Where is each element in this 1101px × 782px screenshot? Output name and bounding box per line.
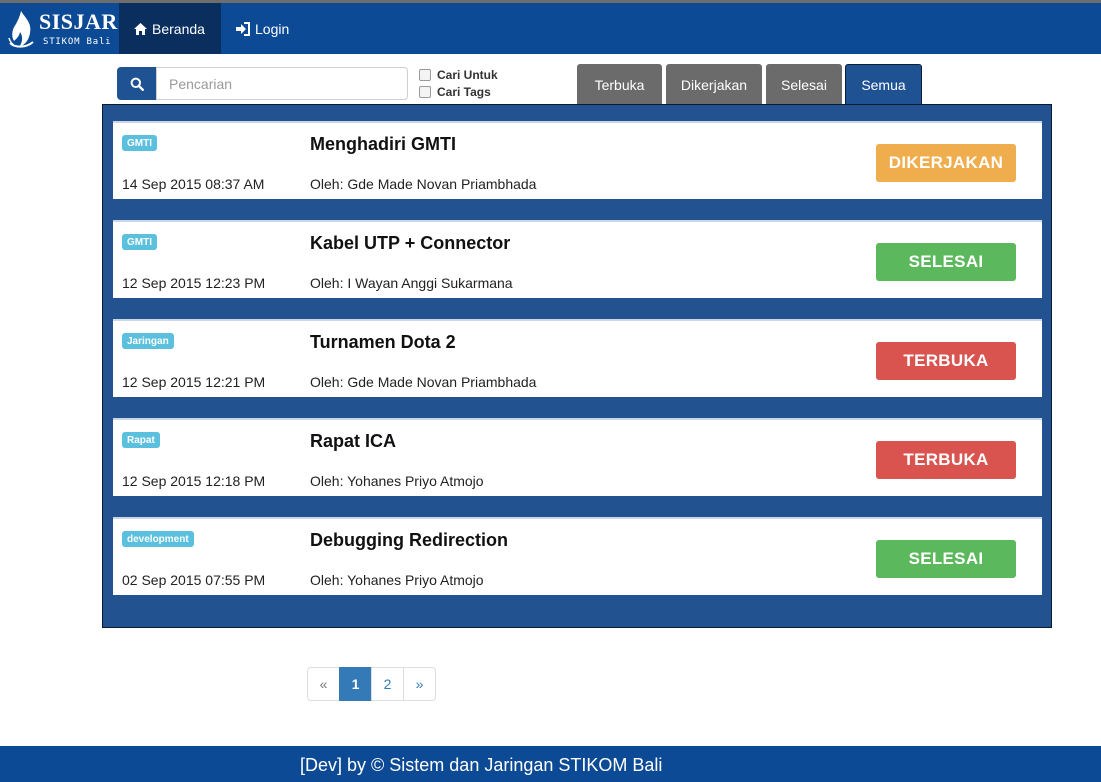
status-badge-terbuka[interactable]: TERBUKA [876, 342, 1016, 380]
pagination-next[interactable]: » [403, 667, 436, 701]
task-author: Oleh: Yohanes Priyo Atmojo [310, 473, 484, 489]
pagination-prev[interactable]: « [307, 667, 340, 701]
cari-tags-checkbox[interactable] [419, 86, 431, 98]
task-title[interactable]: Debugging Redirection [310, 530, 508, 551]
pagination-page-1[interactable]: 1 [339, 667, 372, 701]
home-icon [134, 22, 147, 35]
tab-semua[interactable]: Semua [845, 64, 922, 105]
task-card[interactable]: development 02 Sep 2015 07:55 PM Debuggi… [113, 517, 1042, 595]
search-input[interactable] [156, 67, 408, 100]
task-author: Oleh: Gde Made Novan Priambhada [310, 176, 537, 192]
task-card[interactable]: Rapat 12 Sep 2015 12:18 PM Rapat ICA Ole… [113, 418, 1042, 496]
navbar: SISJAR STIKOM Bali Beranda Login [0, 3, 1101, 54]
footer: [Dev] by © Sistem dan Jaringan STIKOM Ba… [0, 746, 1101, 782]
task-tag[interactable]: GMTI [122, 234, 157, 250]
task-date: 12 Sep 2015 12:23 PM [122, 275, 266, 291]
task-tag[interactable]: Jaringan [122, 333, 174, 349]
nav-beranda[interactable]: Beranda [119, 3, 221, 54]
task-date: 12 Sep 2015 12:21 PM [122, 374, 266, 390]
task-card[interactable]: GMTI 12 Sep 2015 12:23 PM Kabel UTP + Co… [113, 220, 1042, 298]
task-title[interactable]: Menghadiri GMTI [310, 134, 456, 155]
task-author: Oleh: Yohanes Priyo Atmojo [310, 572, 484, 588]
nav-beranda-label: Beranda [152, 20, 205, 37]
task-title[interactable]: Turnamen Dota 2 [310, 332, 456, 353]
task-date: 14 Sep 2015 08:37 AM [122, 176, 265, 192]
task-author: Oleh: Gde Made Novan Priambhada [310, 374, 537, 390]
search-button[interactable] [117, 67, 157, 100]
status-badge-selesai[interactable]: SELESAI [876, 540, 1016, 578]
flame-logo-icon [8, 11, 34, 48]
status-badge-dikerjakan[interactable]: DIKERJAKAN [876, 144, 1016, 182]
search-icon [130, 77, 144, 91]
task-date: 12 Sep 2015 12:18 PM [122, 473, 266, 489]
tab-dikerjakan[interactable]: Dikerjakan [666, 64, 762, 105]
nav-login[interactable]: Login [221, 3, 303, 54]
brand-subtitle: STIKOM Bali [43, 37, 112, 47]
task-tag[interactable]: GMTI [122, 135, 157, 151]
login-icon [236, 21, 250, 36]
task-title[interactable]: Kabel UTP + Connector [310, 233, 510, 254]
task-tag[interactable]: development [122, 531, 194, 547]
brand-logo[interactable]: SISJAR STIKOM Bali [0, 3, 119, 54]
footer-text: [Dev] by © Sistem dan Jaringan STIKOM Ba… [300, 755, 663, 775]
task-author: Oleh: I Wayan Anggi Sukarmana [310, 275, 513, 291]
cari-tags-option[interactable]: Cari Tags [419, 85, 491, 99]
task-list-panel: GMTI 14 Sep 2015 08:37 AM Menghadiri GMT… [102, 104, 1052, 628]
task-tag[interactable]: Rapat [122, 432, 160, 448]
pagination: « 1 2 » [307, 667, 436, 701]
cari-untuk-label: Cari Untuk [437, 68, 498, 82]
task-date: 02 Sep 2015 07:55 PM [122, 572, 266, 588]
task-card[interactable]: GMTI 14 Sep 2015 08:37 AM Menghadiri GMT… [113, 121, 1042, 199]
task-card[interactable]: Jaringan 12 Sep 2015 12:21 PM Turnamen D… [113, 319, 1042, 397]
cari-untuk-checkbox[interactable] [419, 69, 431, 81]
brand-name: SISJAR [39, 9, 118, 34]
nav-login-label: Login [255, 20, 290, 37]
cari-untuk-option[interactable]: Cari Untuk [419, 68, 498, 82]
tab-terbuka[interactable]: Terbuka [577, 64, 662, 105]
tab-selesai[interactable]: Selesai [766, 64, 842, 105]
task-title[interactable]: Rapat ICA [310, 431, 396, 452]
cari-tags-label: Cari Tags [437, 85, 491, 99]
status-badge-terbuka[interactable]: TERBUKA [876, 441, 1016, 479]
status-badge-selesai[interactable]: SELESAI [876, 243, 1016, 281]
pagination-page-2[interactable]: 2 [371, 667, 404, 701]
